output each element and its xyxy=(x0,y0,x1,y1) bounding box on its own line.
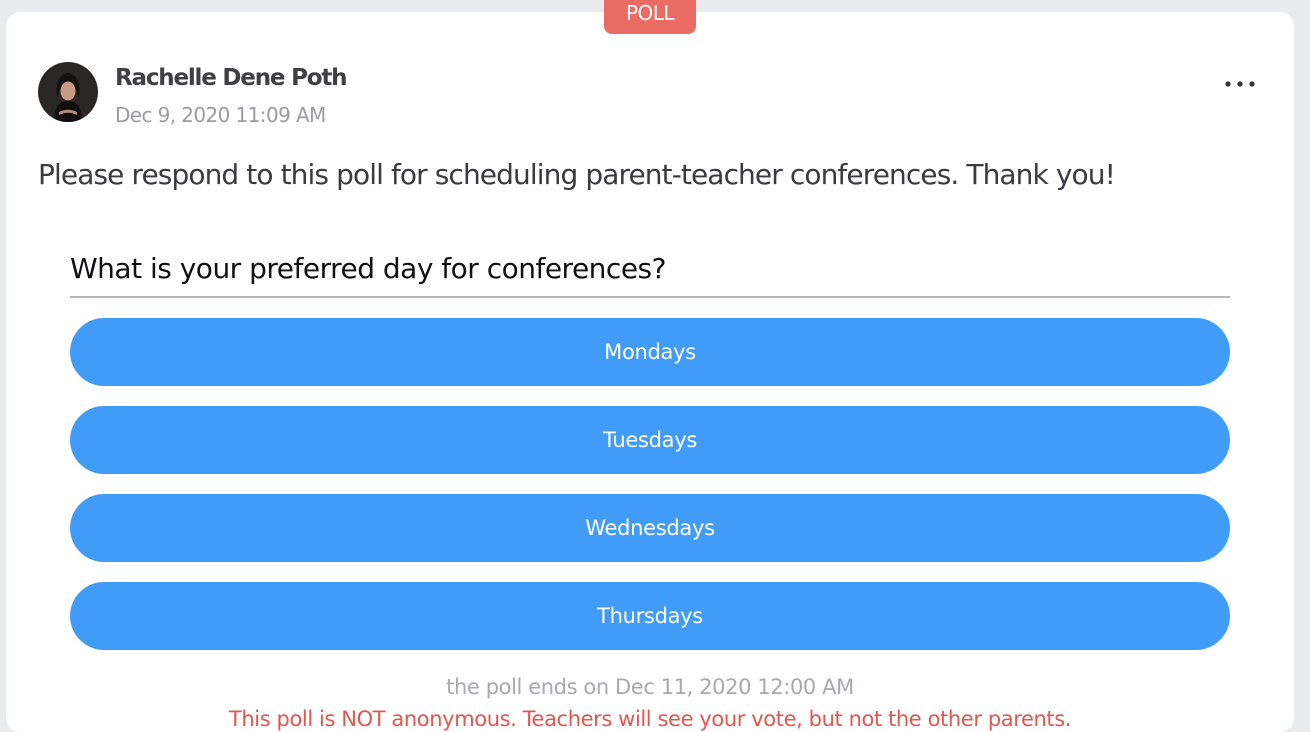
poll-option-mondays[interactable]: Mondays xyxy=(70,318,1230,386)
poll-question: What is your preferred day for conferenc… xyxy=(70,252,667,285)
more-options-button[interactable] xyxy=(1222,68,1258,98)
poll-badge: POLL xyxy=(604,0,696,34)
avatar-image xyxy=(38,62,98,122)
post-date: Dec 9, 2020 11:09 AM xyxy=(115,103,326,127)
more-horizontal-icon xyxy=(1225,81,1255,87)
post-text: Please respond to this poll for scheduli… xyxy=(38,158,1116,191)
author-avatar[interactable] xyxy=(38,62,98,122)
poll-option-thursdays[interactable]: Thursdays xyxy=(70,582,1230,650)
author-name[interactable]: Rachelle Dene Poth xyxy=(115,65,348,91)
poll-option-tuesdays[interactable]: Tuesdays xyxy=(70,406,1230,474)
poll-option-wednesdays[interactable]: Wednesdays xyxy=(70,494,1230,562)
poll-anonymity-note: This poll is NOT anonymous. Teachers wil… xyxy=(228,707,1072,731)
poll-end-date: the poll ends on Dec 11, 2020 12:00 AM xyxy=(446,675,854,699)
poll-divider xyxy=(70,296,1230,298)
